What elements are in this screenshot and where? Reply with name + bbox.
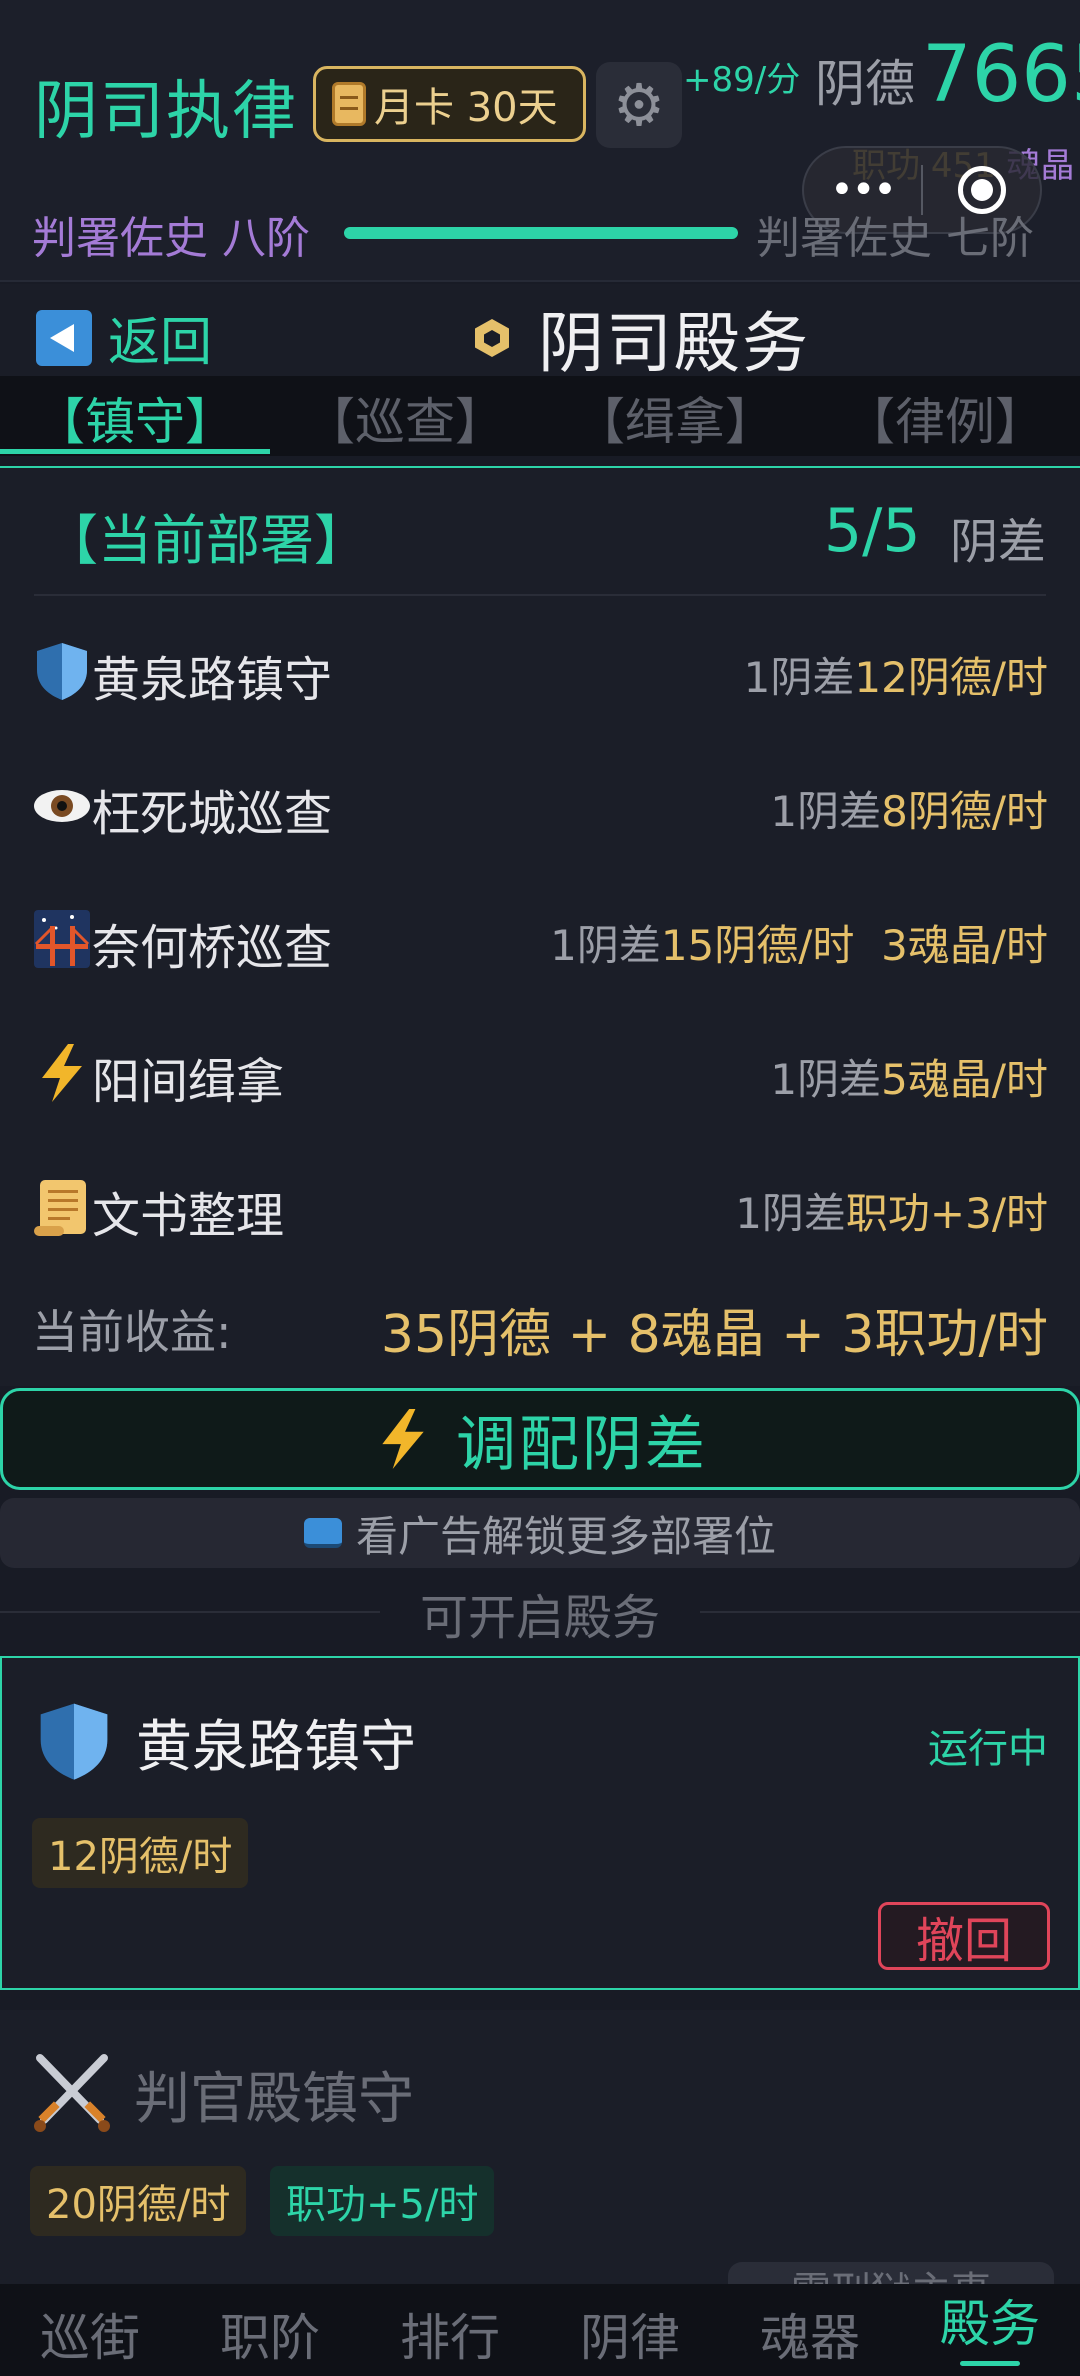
divider xyxy=(34,594,1046,596)
deployment-row-value: 1阴差5魂晶/时 xyxy=(770,1055,1048,1104)
yinde-value: 7665 xyxy=(922,30,1080,120)
settings-button[interactable]: ⚙ xyxy=(596,62,682,148)
yinde-label: 阴德 xyxy=(815,55,915,113)
crossed-swords-icon xyxy=(34,2054,110,2132)
tab-xuncha[interactable]: 【巡查】 xyxy=(270,376,540,456)
deployment-row: 文书整理 1阴差职功+3/时 xyxy=(0,1166,1080,1246)
back-arrow-icon xyxy=(36,309,92,366)
back-button[interactable]: 返回 xyxy=(36,300,212,375)
deployment-row-value: 1阴差8阴德/时 xyxy=(770,787,1048,836)
lightning-icon xyxy=(42,1044,82,1102)
deployment-row-name: 阳间缉拿 xyxy=(92,1054,285,1110)
task-name: 黄泉路镇守 xyxy=(136,1715,416,1780)
deployment-row-name: 奈何桥巡查 xyxy=(92,920,333,976)
dispatch-label: 调配阴差 xyxy=(456,1409,708,1480)
income-label: 当前收益: xyxy=(32,1305,232,1359)
deployment-row-value: 1阴差12阴德/时 xyxy=(743,653,1048,702)
deployment-row-name: 黄泉路镇守 xyxy=(92,652,333,708)
shield-icon xyxy=(40,1703,108,1780)
bottom-nav-xunjie[interactable]: 巡街 xyxy=(0,2284,180,2376)
watch-ad-label: 看广告解锁更多部署位 xyxy=(355,1511,776,1561)
tab-luli[interactable]: 【律例】 xyxy=(810,376,1080,456)
tab-jina[interactable]: 【缉拿】 xyxy=(540,376,810,456)
gear-icon: ⚙ xyxy=(613,71,665,139)
bottom-nav-hunqi[interactable]: 魂器 xyxy=(720,2284,900,2376)
recall-button[interactable]: 撤回 xyxy=(878,1902,1050,1970)
bridge-at-night-icon xyxy=(34,910,90,968)
page-title-group: 阴司殿务 xyxy=(470,290,810,386)
dispatch-button[interactable]: 调配阴差 xyxy=(0,1388,1080,1490)
task-card: 黄泉路镇守 运行中 12阴德/时 撤回 xyxy=(0,1656,1080,1990)
bottom-nav-dianwu[interactable]: 殿务 xyxy=(900,2284,1080,2376)
tv-icon xyxy=(303,1518,342,1548)
deployment-row: 奈何桥巡查 1阴差15阴德/时 3魂晶/时 xyxy=(0,898,1080,978)
lightning-icon xyxy=(382,1409,424,1469)
rank-progress-bar xyxy=(344,227,738,239)
task-name: 判官殿镇守 xyxy=(134,2067,414,2132)
reward-chip: 12阴德/时 xyxy=(32,1818,249,1888)
task-status: 运行中 xyxy=(928,1726,1048,1772)
app-title: 阴司执律 xyxy=(34,75,298,149)
scroll-icon xyxy=(332,82,366,126)
hexagon-icon xyxy=(475,319,509,357)
deployment-row: 枉死城巡查 1阴差8阴德/时 xyxy=(0,764,1080,844)
bottom-nav-yinlu[interactable]: 阴律 xyxy=(540,2284,720,2376)
rank-next: 判署佐史 七阶 xyxy=(756,213,1034,264)
deployment-row-value: 1阴差职功+3/时 xyxy=(735,1189,1048,1238)
deployment-row: 阳间缉拿 1阴差5魂晶/时 xyxy=(0,1032,1080,1112)
bottom-nav-zhijie[interactable]: 职阶 xyxy=(180,2284,360,2376)
deployment-row-name: 文书整理 xyxy=(92,1188,285,1244)
section-title: 可开启殿务 xyxy=(419,1590,660,1646)
deployment-unit: 阴差 xyxy=(950,514,1047,570)
month-card-badge[interactable]: 月卡 30天 xyxy=(313,66,586,142)
bottom-nav-paihang[interactable]: 排行 xyxy=(360,2284,540,2376)
tab-zhenshou[interactable]: 【镇守】 xyxy=(0,376,270,456)
deployment-row-name: 枉死城巡查 xyxy=(92,786,333,842)
income-value: 35阴德 + 8魂晶 + 3职功/时 xyxy=(380,1305,1048,1365)
reward-chip: 职功+5/时 xyxy=(270,2166,495,2236)
yinde-rate: +89/分 xyxy=(683,60,801,100)
deployment-row-value: 1阴差15阴德/时 3魂晶/时 xyxy=(550,921,1048,970)
reward-chip: 20阴德/时 xyxy=(30,2166,247,2236)
shield-icon xyxy=(37,643,87,700)
back-label: 返回 xyxy=(108,313,213,373)
bottom-nav: 巡街 职阶 排行 阴律 魂器 殿务 xyxy=(0,2284,1080,2376)
deployment-title: 【当前部署】 xyxy=(44,509,368,572)
page-title: 阴司殿务 xyxy=(538,305,810,382)
scroll-icon xyxy=(34,1180,86,1236)
deployment-count: 5/5 xyxy=(824,496,921,566)
eye-icon xyxy=(34,790,90,822)
rank-current: 判署佐史 八阶 xyxy=(32,213,310,264)
category-tabs: 【镇守】 【巡查】 【缉拿】 【律例】 xyxy=(0,376,1080,456)
watch-ad-button[interactable]: 看广告解锁更多部署位 xyxy=(0,1498,1080,1568)
task-card: 判官殿镇守 20阴德/时 职功+5/时 需刑狱主事 xyxy=(0,2010,1080,2302)
month-card-label: 月卡 30天 xyxy=(374,85,558,131)
deployment-row: 黄泉路镇守 1阴差12阴德/时 xyxy=(0,630,1080,710)
